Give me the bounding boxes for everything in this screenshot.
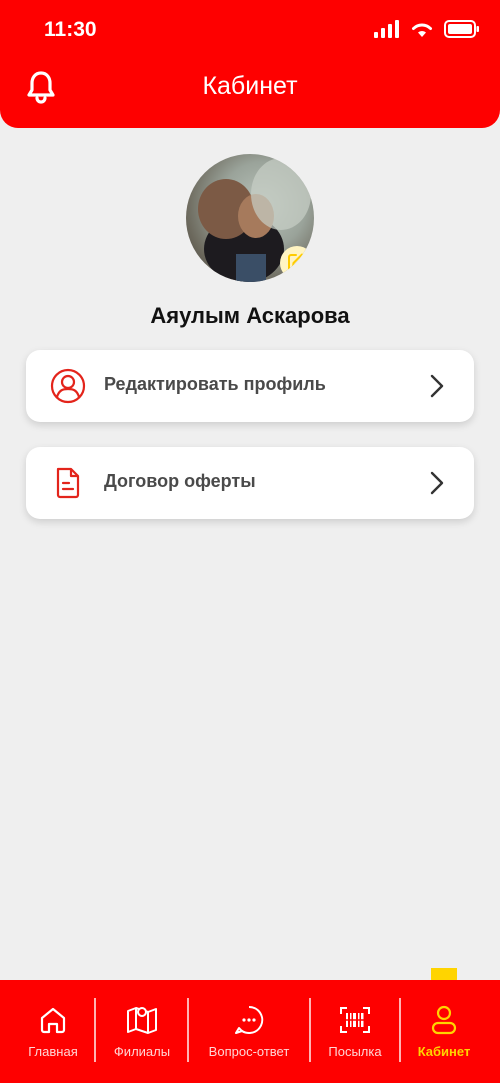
tab-branches[interactable]: Филиалы bbox=[98, 980, 186, 1070]
map-icon bbox=[125, 1004, 159, 1036]
edit-profile-label: Редактировать профиль bbox=[104, 374, 326, 394]
tab-divider bbox=[94, 998, 96, 1062]
tab-divider bbox=[399, 998, 401, 1062]
battery-icon bbox=[444, 20, 479, 38]
tab-divider bbox=[309, 998, 311, 1062]
tab-home-label: Главная bbox=[28, 1044, 78, 1059]
offer-agreement-label: Договор оферты bbox=[104, 471, 256, 491]
tab-faq[interactable]: Вопрос-ответ bbox=[192, 980, 306, 1070]
avatar[interactable] bbox=[186, 154, 314, 282]
chat-icon bbox=[233, 1004, 265, 1036]
tab-parcel-label: Посылка bbox=[328, 1044, 382, 1059]
avatar-container bbox=[186, 154, 316, 284]
user-icon bbox=[430, 1004, 458, 1036]
home-icon bbox=[38, 1004, 68, 1036]
chevron-right-icon bbox=[430, 471, 444, 500]
edit-profile-button[interactable]: Редактировать профиль bbox=[26, 350, 474, 422]
edit-avatar-button[interactable] bbox=[280, 246, 314, 280]
tab-parcel[interactable]: Посылка bbox=[314, 980, 396, 1070]
document-icon bbox=[50, 465, 86, 501]
status-icons bbox=[374, 20, 480, 38]
status-time: 11:30 bbox=[44, 18, 97, 41]
tab-cabinet-label: Кабинет bbox=[417, 1044, 471, 1059]
status-bar: 11:30 bbox=[0, 0, 500, 60]
tab-branches-label: Филиалы bbox=[113, 1044, 171, 1059]
bottom-tab-bar: Главная Филиалы Вопрос-ответ Посылка Каб… bbox=[0, 980, 500, 1083]
offer-agreement-button[interactable]: Договор оферты bbox=[26, 447, 474, 519]
chevron-right-icon bbox=[430, 374, 444, 403]
barcode-icon bbox=[339, 1004, 371, 1036]
edit-icon bbox=[288, 253, 307, 272]
tab-divider bbox=[187, 998, 189, 1062]
tab-faq-label: Вопрос-ответ bbox=[208, 1044, 290, 1059]
wifi-icon bbox=[412, 23, 432, 37]
app-header: 11:30 Кабинет bbox=[0, 0, 500, 128]
page-title: Кабинет bbox=[202, 72, 298, 100]
tab-home[interactable]: Главная bbox=[14, 980, 92, 1070]
user-name: Аяулым Аскарова bbox=[150, 303, 350, 328]
tab-cabinet[interactable]: Кабинет bbox=[404, 980, 484, 1070]
signal-icon bbox=[374, 20, 399, 38]
user-icon bbox=[50, 368, 86, 404]
